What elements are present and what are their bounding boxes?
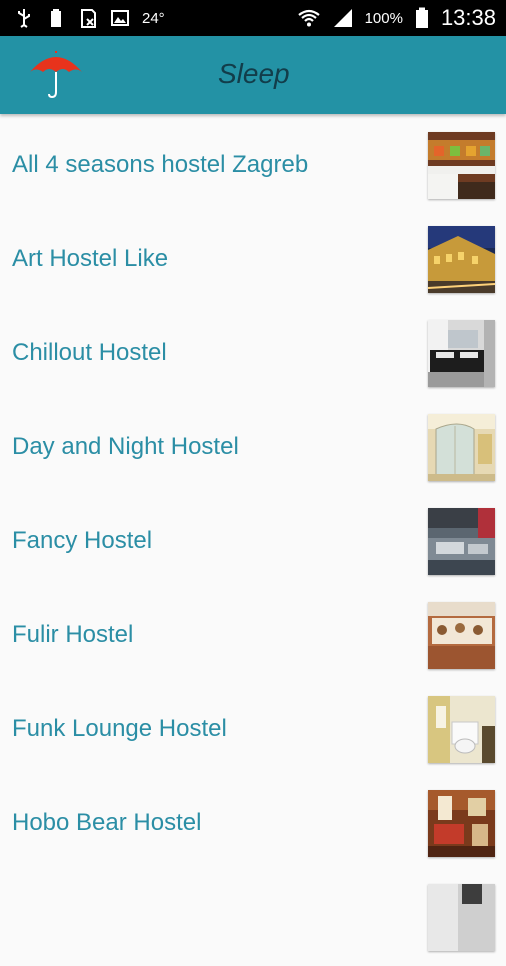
usb-icon bbox=[18, 9, 30, 28]
hostel-thumbnail bbox=[428, 602, 495, 669]
sd-card-icon bbox=[81, 9, 96, 28]
list-item[interactable]: Hobo Bear Hostel bbox=[0, 778, 506, 872]
list-item[interactable]: Fulir Hostel bbox=[0, 590, 506, 684]
list-item[interactable]: Art Hostel Like bbox=[0, 214, 506, 308]
hostel-thumbnail bbox=[428, 320, 495, 387]
list-item[interactable] bbox=[0, 872, 506, 966]
hostel-thumbnail bbox=[428, 132, 495, 199]
list-item-label: Funk Lounge Hostel bbox=[12, 715, 227, 742]
list-item-label: Fancy Hostel bbox=[12, 527, 153, 554]
list-item-label: Day and Night Hostel bbox=[12, 433, 239, 460]
page-title: Sleep bbox=[218, 58, 290, 89]
temperature-text: 24° bbox=[142, 9, 165, 27]
hostel-thumbnail bbox=[428, 884, 495, 951]
list-item-label: All 4 seasons hostel Zagreb bbox=[12, 151, 309, 178]
list-item[interactable]: All 4 seasons hostel Zagreb bbox=[0, 120, 506, 214]
list-item-label: Hobo Bear Hostel bbox=[12, 809, 202, 836]
battery-percent: 100% bbox=[364, 9, 403, 27]
list-item-label: Chillout Hostel bbox=[12, 339, 167, 366]
image-icon bbox=[111, 10, 129, 26]
umbrella-icon[interactable] bbox=[28, 50, 84, 102]
hostel-list: All 4 seasons hostel Zagreb Art Hostel L… bbox=[0, 120, 506, 966]
battery-icon bbox=[415, 7, 428, 28]
list-item-label: Fulir Hostel bbox=[12, 621, 134, 648]
hostel-thumbnail bbox=[428, 226, 495, 293]
list-item[interactable]: Chillout Hostel bbox=[0, 308, 506, 402]
status-bar-left: 24° bbox=[14, 8, 165, 28]
hostel-thumbnail bbox=[428, 414, 495, 481]
hostel-thumbnail bbox=[428, 790, 495, 857]
battery-full-icon bbox=[51, 9, 61, 27]
list-item[interactable]: Fancy Hostel bbox=[0, 496, 506, 590]
app-bar: Sleep bbox=[0, 36, 506, 114]
hostel-thumbnail bbox=[428, 508, 495, 575]
list-item[interactable]: Funk Lounge Hostel bbox=[0, 684, 506, 778]
status-bar: 24° 100% 13:38 bbox=[0, 0, 506, 36]
clock: 13:38 bbox=[440, 5, 496, 30]
signal-icon bbox=[333, 9, 352, 27]
hostel-thumbnail bbox=[428, 696, 495, 763]
status-bar-right: 100% 13:38 bbox=[297, 5, 496, 31]
list-item-label: Art Hostel Like bbox=[12, 245, 169, 272]
list-item[interactable]: Day and Night Hostel bbox=[0, 402, 506, 496]
wifi-icon bbox=[297, 9, 320, 27]
